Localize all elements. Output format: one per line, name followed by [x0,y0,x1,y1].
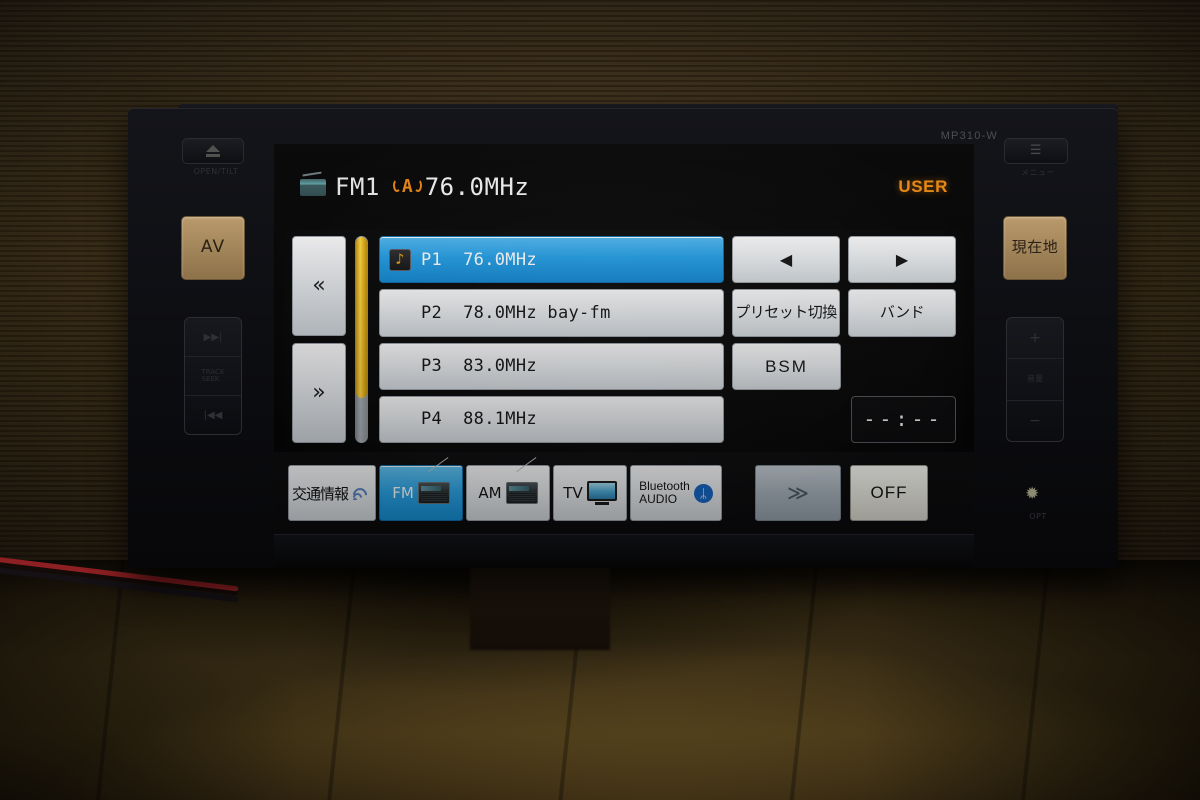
radio-dial [508,486,529,491]
av-button[interactable]: AV [181,216,245,280]
radio-dial [420,486,441,491]
photo-scene: MP310-W OPEN/TILT AV ▶▶| TRACK SEEK |◀◀ … [0,0,1200,800]
tv-icon [586,481,617,505]
track-prev-button[interactable]: |◀◀ [185,396,241,434]
lcd-screen: FM1 A 76.0MHz USER « » ♪ P1 76.0MHz P2 78.… [274,144,974,534]
open-tilt-label: OPEN/TILT [193,167,239,176]
tab-label: Bluetooth AUDIO [639,478,690,506]
frequency-display: 76.0MHz [424,173,530,201]
preset-list: ♪ P1 76.0MHz P2 78.0MHz bay-fm P3 83.0MHz P4… [379,230,724,452]
bluetooth-icon: ᛦ [693,483,713,503]
track-seek-label: TRACK SEEK [185,357,241,396]
clock-display: --:-- [851,395,956,443]
preset-label: P3 83.0MHz [421,356,537,377]
tv-screen [586,481,617,501]
radio-icon [505,482,538,504]
band-indicator: FM1 [335,173,380,201]
opt-label: OPT [1029,512,1047,521]
scroll-buttons: « » [292,230,346,452]
open-tilt-button[interactable] [182,138,244,164]
preset-band-row: プリセット切換 バンド [732,289,956,337]
preset-row[interactable]: P4 88.1MHz [379,395,724,443]
bsm-clock-row: BSM [732,342,956,390]
menu-icon: ☰ [1029,142,1043,158]
tab-FM[interactable]: FM [379,465,463,521]
volume-down-button[interactable]: − [1007,401,1063,441]
track-next-button[interactable]: ▶▶| [185,318,241,357]
radio-grill [508,492,535,501]
volume-up-button[interactable]: + [1007,318,1063,360]
menu-label: メニュー [1021,168,1055,177]
tab-label: TV [563,484,583,502]
preset-switch-button[interactable]: プリセット切換 [732,289,840,337]
tab-label: AM [478,484,502,502]
preset-label: P1 76.0MHz [421,249,537,270]
clock-spacer [732,396,835,443]
current-location-button[interactable]: 現在地 [1003,216,1067,280]
main-body: « » ♪ P1 76.0MHz P2 78.0MHz bay-fm P3 83.0M… [274,230,974,452]
tuner-controls: ◀ ▶ プリセット切換 バンド BSM --:-- [724,230,956,452]
left-bezel: OPEN/TILT AV ▶▶| TRACK SEEK |◀◀ [164,134,268,544]
preset-row[interactable]: P2 78.0MHz bay-fm [379,289,724,337]
seek-next-button[interactable]: ▶ [848,236,956,284]
preset-label: P4 88.1MHz [421,409,537,430]
band-button[interactable]: バンド [848,289,956,337]
volume-rocker: + 音量 − [1006,317,1064,442]
radio-icon [417,482,450,504]
track-seek-rocker: ▶▶| TRACK SEEK |◀◀ [184,317,242,435]
traffic-wifi-icon [350,482,372,505]
bsm-button[interactable]: BSM [732,342,841,390]
radio-icon [300,178,326,196]
seek-prev-button[interactable]: ◀ [732,236,840,284]
volume-label: 音量 [1007,359,1063,401]
scrollbar[interactable] [355,236,368,443]
music-note-icon: ♪ [389,248,411,271]
opt-star-icon[interactable]: ✹ [1025,486,1039,503]
preset-label: P2 78.0MHz bay-fm [421,302,611,323]
scrollbar-thumb[interactable] [356,237,367,399]
clock-row: --:-- [732,395,956,443]
radio-grill [420,492,447,501]
scroll-up-button[interactable]: « [292,236,346,336]
status-header: FM1 A 76.0MHz USER [274,144,974,230]
tv-stand [594,502,609,505]
eject-icon [206,145,220,152]
source-tab-bar: 交通情報 FM AM TV Bluetooth AUDIO ᛦ ≫ OFF [274,452,974,534]
tab-AM[interactable]: AM [466,465,550,521]
user-badge: USER [898,177,948,196]
front-faceplate [274,534,974,568]
tab-交通情報[interactable]: 交通情報 [288,465,376,521]
off-button[interactable]: OFF [850,465,928,521]
car-head-unit: MP310-W OPEN/TILT AV ▶▶| TRACK SEEK |◀◀ … [128,108,1118,568]
right-bezel: ☰ メニュー 現在地 + 音量 − ✹ OPT [986,134,1090,554]
tab-Bluetooth[interactable]: Bluetooth AUDIO ᛦ [630,465,722,521]
antenna-icon: A [392,176,422,197]
preset-row[interactable]: ♪ P1 76.0MHz [379,236,724,284]
preset-row[interactable]: P3 83.0MHz [379,342,724,390]
control-spacer [849,343,956,390]
tab-label: 交通情報 [292,484,349,503]
tab-label: FM [392,484,414,502]
menu-button[interactable]: ☰ [1004,138,1068,164]
tab-TV[interactable]: TV [553,465,627,521]
seek-row: ◀ ▶ [732,236,956,284]
scroll-down-button[interactable]: » [292,343,346,443]
next-page-button[interactable]: ≫ [755,465,841,521]
